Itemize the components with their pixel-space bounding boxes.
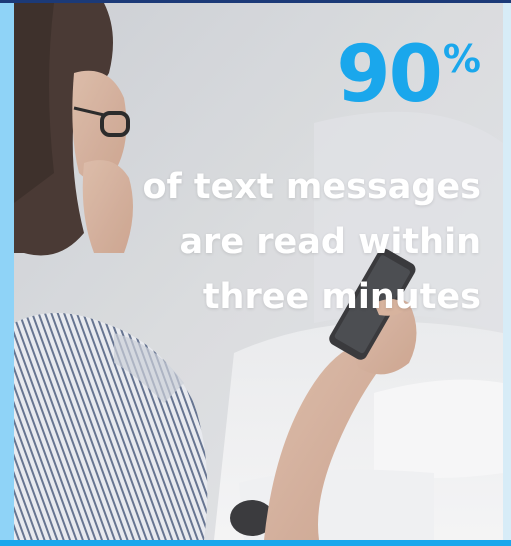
stat-percent-sign: %	[442, 37, 481, 81]
caption-line: of text messages	[142, 167, 481, 207]
right-accent-bar	[503, 0, 511, 546]
bottom-accent-bar	[0, 540, 511, 546]
top-accent-bar	[0, 0, 511, 3]
stat-card: 90% of text messages are read within thr…	[0, 0, 511, 546]
stat-caption: of text messages are read within three m…	[121, 160, 481, 325]
caption-line: are read within	[179, 222, 481, 262]
caption-line: three minutes	[202, 277, 481, 317]
stat-figure: 90%	[336, 36, 481, 114]
left-accent-bar	[0, 0, 14, 546]
stat-number: 90	[336, 30, 443, 120]
